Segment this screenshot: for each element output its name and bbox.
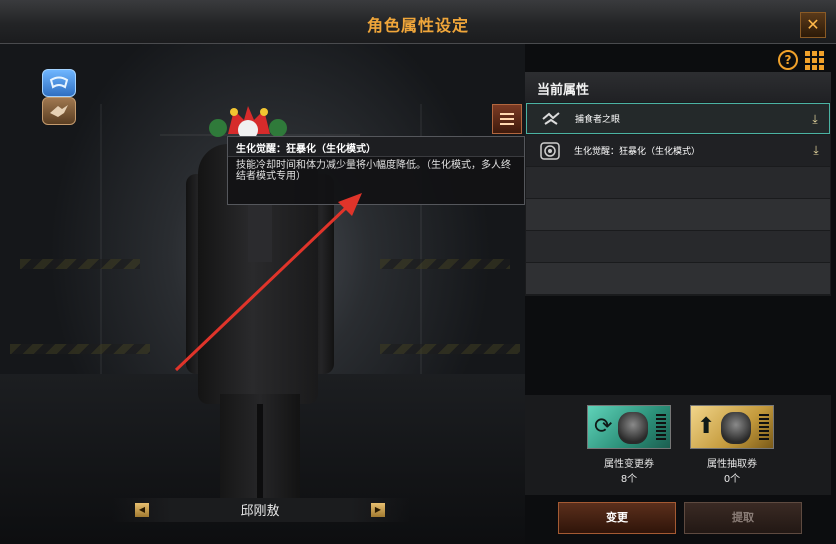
top-right-icons: ? — [778, 50, 824, 70]
empty-attribute-slot — [526, 199, 830, 230]
attribute-row-bio-awakening[interactable]: 生化觉醒：狂暴化（生化模式） ⤓ — [526, 135, 830, 166]
title-bar: 角色属性设定 ✕ — [0, 0, 836, 44]
grid-icon[interactable] — [804, 50, 824, 70]
change-voucher[interactable]: ⟳ 属性变更券 8个 — [587, 405, 671, 485]
window-title: 角色属性设定 — [366, 16, 469, 35]
character-name: 邱刚敖 — [240, 504, 280, 519]
extract-button[interactable]: 提取 — [684, 502, 802, 534]
menu-button[interactable] — [492, 104, 522, 134]
upload-arrow-icon: ⬆ — [697, 414, 716, 439]
change-button[interactable]: 变更 — [558, 502, 676, 534]
voucher-area: ⟳ 属性变更券 8个 ⬆ 属性抽取券 0个 — [525, 395, 831, 495]
attribute-row-predator-eye[interactable]: 捕食者之眼 ⤓ — [526, 103, 830, 134]
equip-icon[interactable]: ⤓ — [807, 111, 823, 127]
change-voucher-count: 8个 — [620, 474, 638, 485]
empty-attribute-slot — [526, 263, 830, 294]
change-voucher-card: ⟳ — [587, 405, 671, 449]
eagle-icon[interactable] — [42, 97, 76, 125]
refresh-icon: ⟳ — [594, 414, 613, 439]
attribute-name: 捕食者之眼 — [575, 115, 621, 125]
attribute-tooltip: 生化觉醒：狂暴化（生化模式） 技能冷却时间和体力减少量将小幅度降低。（生化模式，… — [227, 136, 525, 205]
close-button[interactable]: ✕ — [800, 12, 826, 38]
extract-voucher-count: 0个 — [723, 474, 741, 485]
empty-attribute-slot — [526, 167, 830, 198]
help-icon[interactable]: ? — [778, 50, 798, 70]
next-character-button[interactable]: ▶ — [371, 503, 385, 517]
controller-icon[interactable] — [42, 69, 76, 97]
empty-attribute-slot — [526, 231, 830, 262]
character-preview-scene — [0, 44, 525, 544]
extract-voucher[interactable]: ⬆ 属性抽取券 0个 — [690, 405, 774, 485]
spiral-icon — [538, 140, 562, 162]
extract-voucher-label: 属性抽取券 — [707, 459, 757, 470]
attribute-name: 生化觉醒：狂暴化（生化模式） — [574, 147, 701, 157]
change-voucher-label: 属性变更券 — [604, 459, 654, 470]
close-icon: ✕ — [806, 15, 820, 34]
eye-icon — [539, 108, 563, 130]
tooltip-body: 技能冷却时间和体力减少量将小幅度降低。（生化模式，多人终结者模式专用） — [236, 160, 511, 182]
prev-character-button[interactable]: ◀ — [135, 503, 149, 517]
extract-voucher-card: ⬆ — [690, 405, 774, 449]
tooltip-title: 生化觉醒：狂暴化（生化模式） — [228, 137, 524, 157]
current-attributes-panel: 当前属性 捕食者之眼 ⤓ 生化觉醒：狂暴化（生化模式） ⤓ — [525, 72, 831, 296]
equip-icon[interactable]: ⤓ — [808, 142, 824, 158]
panel-header: 当前属性 — [525, 72, 831, 102]
